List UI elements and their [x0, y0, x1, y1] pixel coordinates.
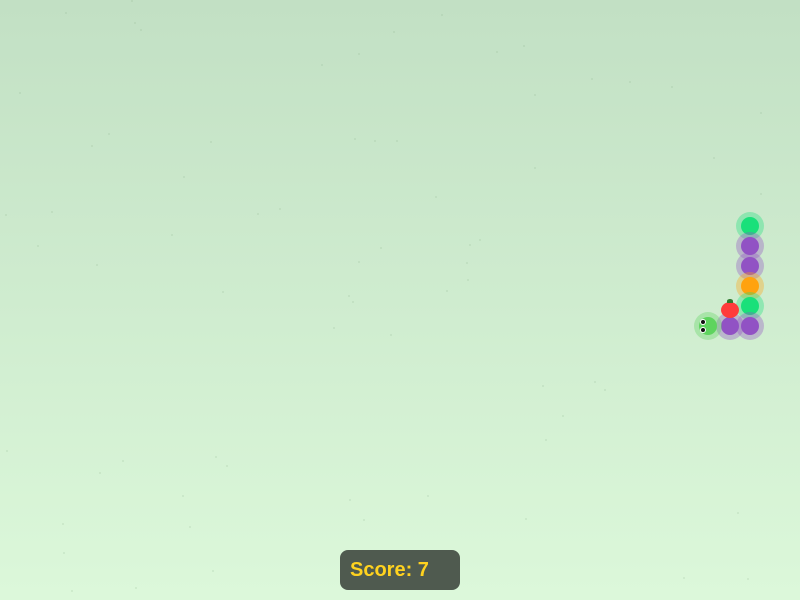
background-speck	[496, 51, 498, 53]
background-speck	[99, 472, 101, 474]
background-speck	[51, 211, 53, 213]
background-speck	[469, 244, 471, 246]
background-speck	[380, 247, 382, 249]
background-speck	[5, 214, 7, 216]
background-speck	[354, 138, 356, 140]
background-speck	[466, 262, 468, 264]
background-speck	[131, 0, 133, 2]
background-speck	[257, 213, 259, 215]
background-speck	[212, 570, 214, 572]
background-speck	[446, 290, 448, 292]
background-speck	[594, 381, 596, 383]
background-speck	[348, 295, 350, 297]
background-speck	[363, 519, 365, 521]
score-panel: Score: 7	[340, 550, 460, 590]
background-speck	[352, 301, 354, 303]
background-speck	[358, 53, 360, 55]
background-speck	[279, 208, 281, 210]
background-speck	[737, 512, 739, 514]
background-speck	[122, 460, 124, 462]
background-speck	[467, 279, 469, 281]
background-speck	[210, 141, 212, 143]
background-speck	[396, 140, 398, 142]
background-speck	[171, 234, 173, 236]
background-speck	[62, 523, 64, 525]
background-speck	[134, 22, 136, 24]
background-speck	[19, 92, 21, 94]
background-speck	[542, 385, 544, 387]
background-speck	[135, 587, 137, 589]
game-board	[0, 0, 800, 600]
background-speck	[534, 167, 536, 169]
background-speck	[479, 239, 481, 241]
background-speck	[523, 45, 525, 47]
background-speck	[349, 499, 351, 501]
segment-core	[721, 317, 739, 335]
background-speck	[226, 465, 228, 467]
background-speck	[562, 415, 564, 417]
apple-icon	[721, 299, 739, 318]
background-speck	[671, 86, 673, 88]
background-speck	[183, 176, 185, 178]
background-speck	[6, 450, 8, 452]
background-speck	[108, 133, 110, 135]
background-speck	[65, 12, 67, 14]
background-speck	[37, 245, 39, 247]
apple-body	[721, 302, 739, 318]
background-speck	[441, 14, 443, 16]
background-speck	[427, 495, 429, 497]
background-speck	[760, 193, 762, 195]
background-speck	[390, 334, 392, 336]
background-speck	[182, 495, 184, 497]
background-speck	[591, 78, 593, 80]
background-speck	[604, 389, 606, 391]
eye-icon	[700, 319, 706, 325]
background-speck	[215, 456, 217, 458]
background-speck	[140, 29, 142, 31]
background-speck	[189, 526, 191, 528]
background-speck	[545, 439, 547, 441]
background-speck	[71, 590, 73, 592]
background-speck	[683, 577, 685, 579]
background-speck	[63, 552, 65, 554]
score-label: Score: 7	[350, 558, 429, 581]
eye-icon	[700, 327, 706, 333]
background-speck	[91, 145, 93, 147]
background-speck	[747, 578, 749, 580]
apple-leaf	[727, 299, 733, 303]
background-speck	[760, 112, 762, 114]
snake-head	[694, 312, 722, 340]
background-speck	[358, 261, 360, 263]
background-speck	[333, 327, 335, 329]
background-speck	[393, 31, 395, 33]
background-speck	[222, 291, 224, 293]
background-speck	[435, 196, 437, 198]
background-speck	[629, 81, 631, 83]
background-speck	[374, 140, 376, 142]
background-speck	[96, 264, 98, 266]
background-speck	[321, 64, 323, 66]
background-speck	[525, 518, 527, 520]
background-speck	[534, 94, 536, 96]
background-speck	[713, 157, 715, 159]
snake-segment-purple	[716, 312, 744, 340]
